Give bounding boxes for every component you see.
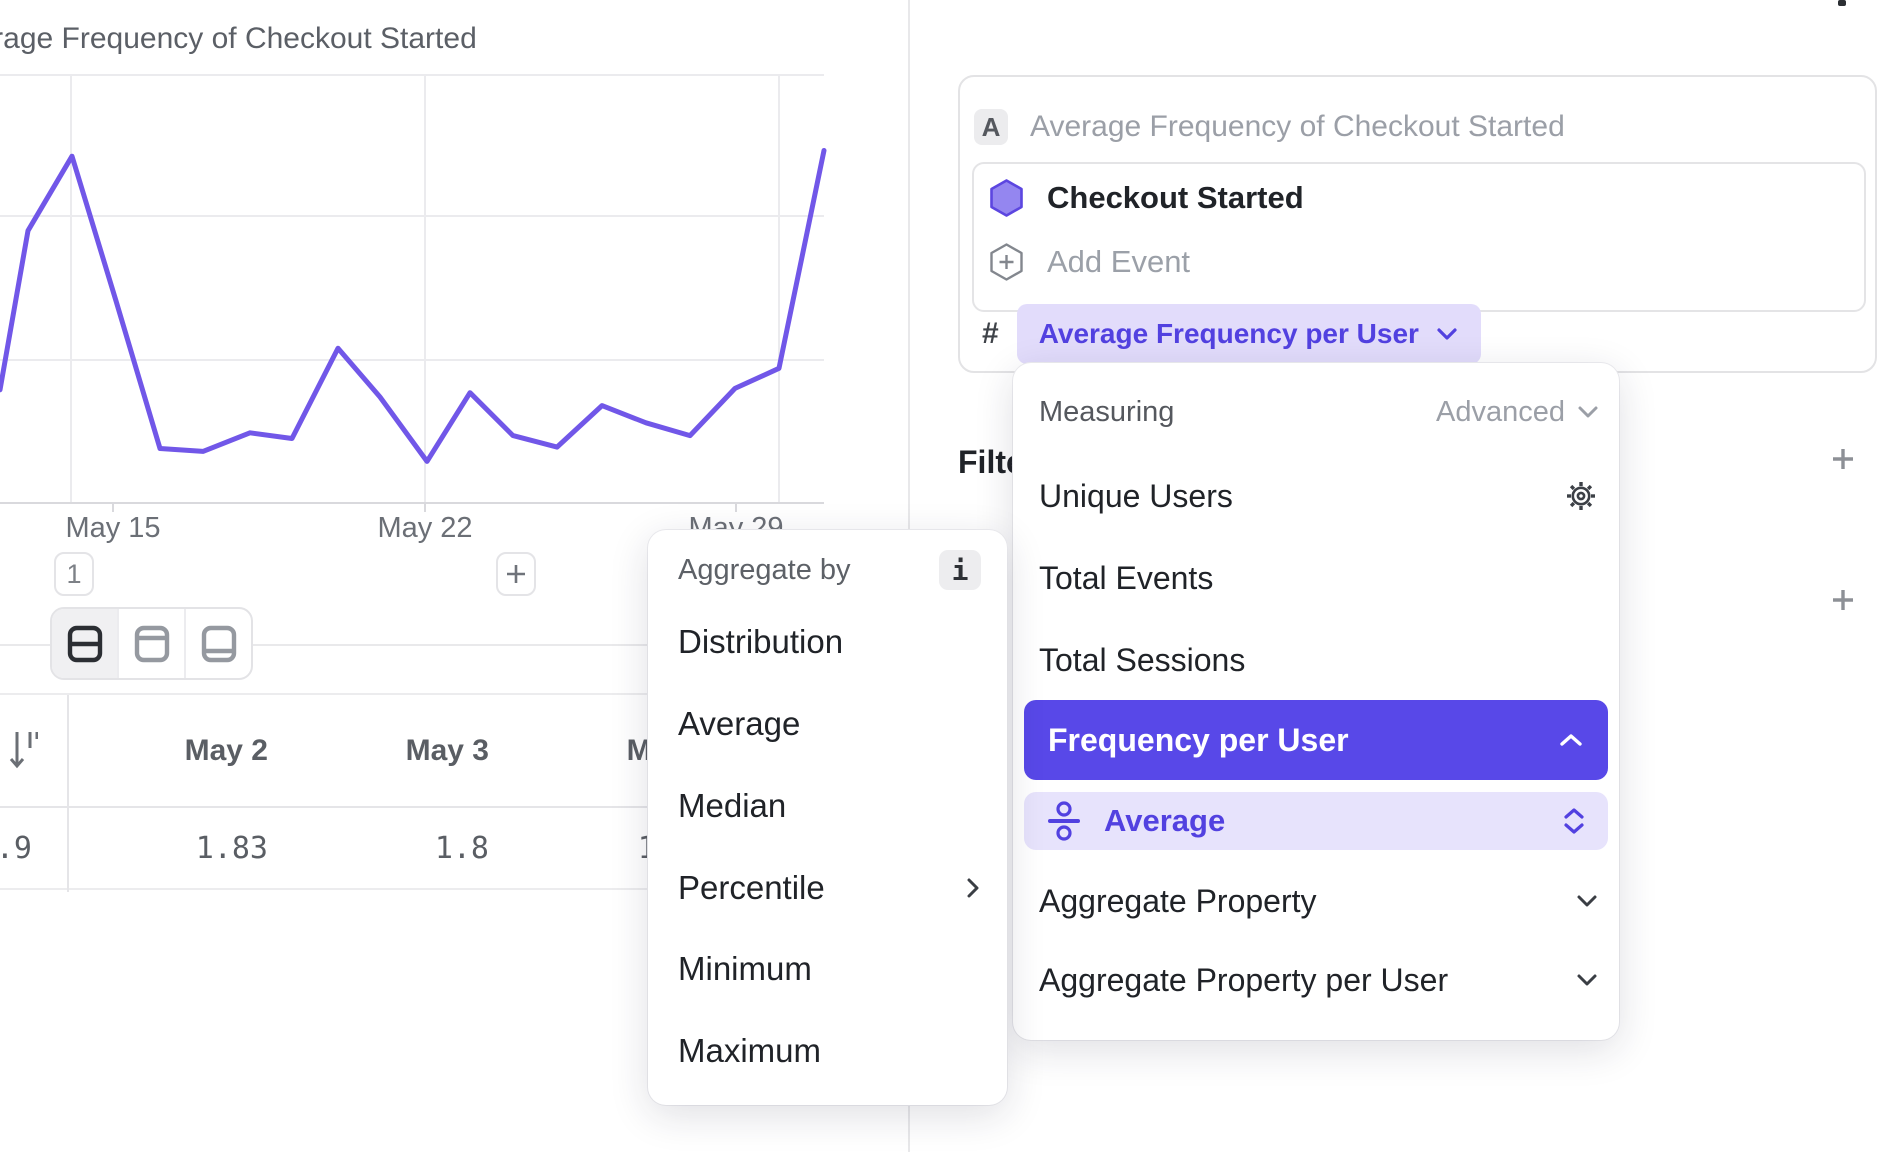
menu-item-distribution[interactable]: Distribution: [678, 617, 981, 667]
menu-item-label: Minimum: [678, 950, 812, 988]
event-hexagon-icon: [988, 178, 1025, 218]
advanced-label: Advanced: [1436, 396, 1565, 429]
metric-card: A Average Frequency of Checkout Started …: [958, 75, 1877, 373]
average-divide-icon: [1046, 801, 1082, 841]
chevron-down-icon: [1577, 405, 1599, 419]
series-badge: A: [974, 109, 1008, 145]
measuring-dropdown: Measuring Advanced Unique Users: [1013, 363, 1619, 1040]
metric-type-label: Average Frequency per User: [1039, 318, 1419, 350]
menu-item-average[interactable]: Average: [678, 699, 981, 749]
sub-item-label: Average: [1104, 803, 1225, 839]
chevron-up-down-icon: [1562, 806, 1586, 836]
numeric-metric-icon: #: [982, 317, 999, 351]
table-column-aggregate: 1.9: [0, 695, 69, 892]
chart-line-series[interactable]: [0, 151, 824, 462]
view-toggle-footer-bottom[interactable]: [186, 609, 251, 678]
footer-bottom-icon: [196, 621, 242, 667]
menu-item-total-sessions[interactable]: Total Sessions: [1039, 635, 1599, 685]
table-header[interactable]: May 3: [290, 695, 511, 808]
menu-item-label: Total Sessions: [1039, 642, 1245, 679]
add-breakdown-button[interactable]: [1830, 587, 1856, 613]
menu-item-minimum[interactable]: Minimum: [678, 944, 981, 994]
chevron-right-icon: [966, 876, 981, 900]
table-column: May 3 1.8: [290, 695, 511, 892]
table-cell[interactable]: 1.9: [0, 808, 67, 890]
event-name: Checkout Started: [1047, 180, 1304, 216]
menu-item-maximum[interactable]: Maximum: [678, 1026, 981, 1076]
analytics-app: Average Frequency of Checkout Started Ma…: [0, 0, 1898, 1152]
menu-item-label: Distribution: [678, 623, 843, 661]
plus-icon: [1833, 449, 1853, 469]
add-event-label: Add Event: [1047, 244, 1190, 280]
menu-item-label: Percentile: [678, 869, 825, 907]
table-header[interactable]: May 2: [69, 695, 290, 808]
advanced-toggle[interactable]: Advanced: [1436, 396, 1599, 429]
menu-item-label: Unique Users: [1039, 478, 1233, 515]
x-axis-label: May 15: [65, 512, 160, 545]
metric-type-dropdown[interactable]: Average Frequency per User: [1017, 304, 1481, 364]
chevron-up-icon: [1558, 732, 1584, 748]
plus-icon: [1833, 590, 1853, 610]
table-column: May 2 1.83: [69, 695, 290, 892]
gear-icon[interactable]: [1563, 478, 1599, 514]
metric-query-title[interactable]: Average Frequency of Checkout Started: [1030, 110, 1565, 144]
header-top-icon: [129, 621, 175, 667]
aggregate-by-label: Aggregate by: [678, 554, 851, 587]
measuring-header-row: Measuring Advanced: [1039, 387, 1599, 437]
metric-type-row: # Average Frequency per User: [982, 304, 1481, 364]
view-toggle-split-horizontal[interactable]: [52, 609, 119, 678]
aggregate-by-popup: Aggregate by i Distribution Average Medi…: [648, 530, 1007, 1105]
x-axis-label: May 22: [377, 512, 472, 545]
split-horizontal-icon: [62, 621, 108, 667]
menu-item-label: Total Events: [1039, 560, 1213, 597]
line-chart[interactable]: [0, 0, 908, 560]
event-box: Checkout Started Add Event: [972, 162, 1866, 312]
aggregate-by-header-row: Aggregate by i: [678, 545, 981, 595]
menu-item-aggregate-property-per-user[interactable]: Aggregate Property per User: [1039, 955, 1599, 1005]
plus-icon: [504, 562, 528, 586]
menu-item-percentile[interactable]: Percentile: [678, 863, 981, 913]
add-filter-button[interactable]: [1830, 446, 1856, 472]
event-row[interactable]: Checkout Started: [988, 178, 1304, 218]
info-icon[interactable]: i: [939, 550, 981, 590]
menu-item-aggregate-property[interactable]: Aggregate Property: [1039, 876, 1599, 926]
sort-control[interactable]: [0, 695, 67, 808]
add-event-hexagon-icon: [988, 242, 1025, 282]
chevron-down-icon: [1575, 973, 1599, 988]
chart-index-label: 1: [66, 559, 81, 590]
menu-item-label: Aggregate Property per User: [1039, 962, 1448, 999]
add-chart-button[interactable]: [496, 552, 536, 596]
metric-section-title: Metric: [956, 0, 1056, 7]
menu-item-label: Aggregate Property: [1039, 883, 1317, 920]
metric-title-row: A Average Frequency of Checkout Started: [974, 108, 1565, 146]
sort-icon: [8, 726, 38, 776]
chart-index-badge[interactable]: 1: [54, 552, 94, 596]
view-toggle-header-top[interactable]: [119, 609, 186, 678]
sub-item-average-selector[interactable]: Average: [1024, 792, 1608, 850]
view-toggle-group: [50, 607, 253, 680]
selected-item-label: Frequency per User: [1048, 722, 1349, 759]
menu-item-label: Average: [678, 705, 800, 743]
clipped-menu-icon[interactable]: [1838, 0, 1846, 6]
measuring-label: Measuring: [1039, 396, 1174, 429]
menu-item-label: Maximum: [678, 1032, 821, 1070]
add-event-button[interactable]: Add Event: [988, 242, 1190, 282]
menu-item-total-events[interactable]: Total Events: [1039, 553, 1599, 603]
menu-item-frequency-per-user-selected[interactable]: Frequency per User: [1024, 700, 1608, 780]
menu-item-label: Median: [678, 787, 786, 825]
table-cell[interactable]: 1.8: [290, 808, 511, 890]
chevron-down-icon: [1435, 326, 1459, 342]
menu-item-unique-users[interactable]: Unique Users: [1039, 471, 1599, 521]
chevron-down-icon: [1575, 894, 1599, 909]
menu-item-median[interactable]: Median: [678, 781, 981, 831]
table-cell[interactable]: 1.83: [69, 808, 290, 890]
